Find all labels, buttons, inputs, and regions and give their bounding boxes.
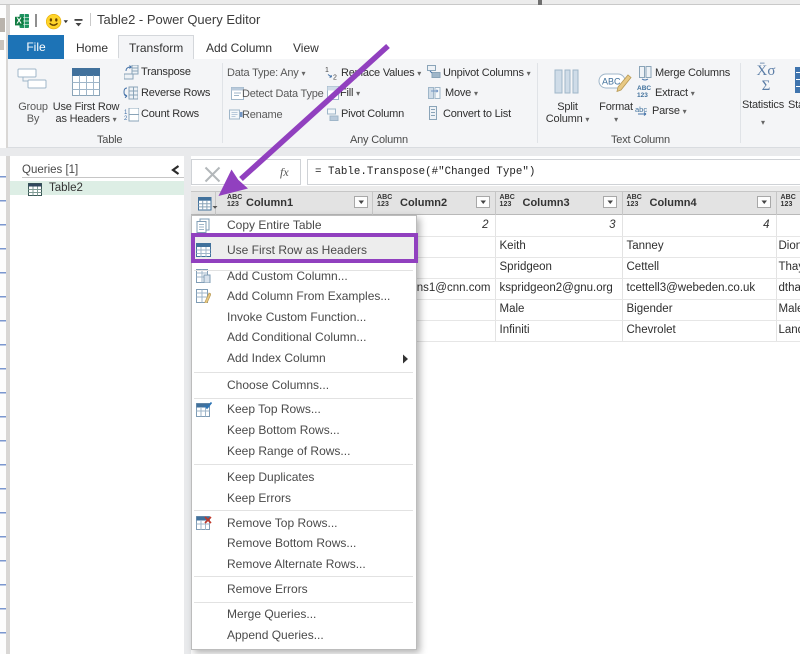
svg-text:X: X: [16, 16, 22, 25]
svg-text:2: 2: [124, 116, 128, 122]
svg-text:2: 2: [333, 75, 337, 81]
svg-text:ABC: ABC: [602, 77, 621, 87]
svg-text:1: 1: [325, 67, 329, 74]
svg-text:abc: abc: [635, 105, 647, 114]
